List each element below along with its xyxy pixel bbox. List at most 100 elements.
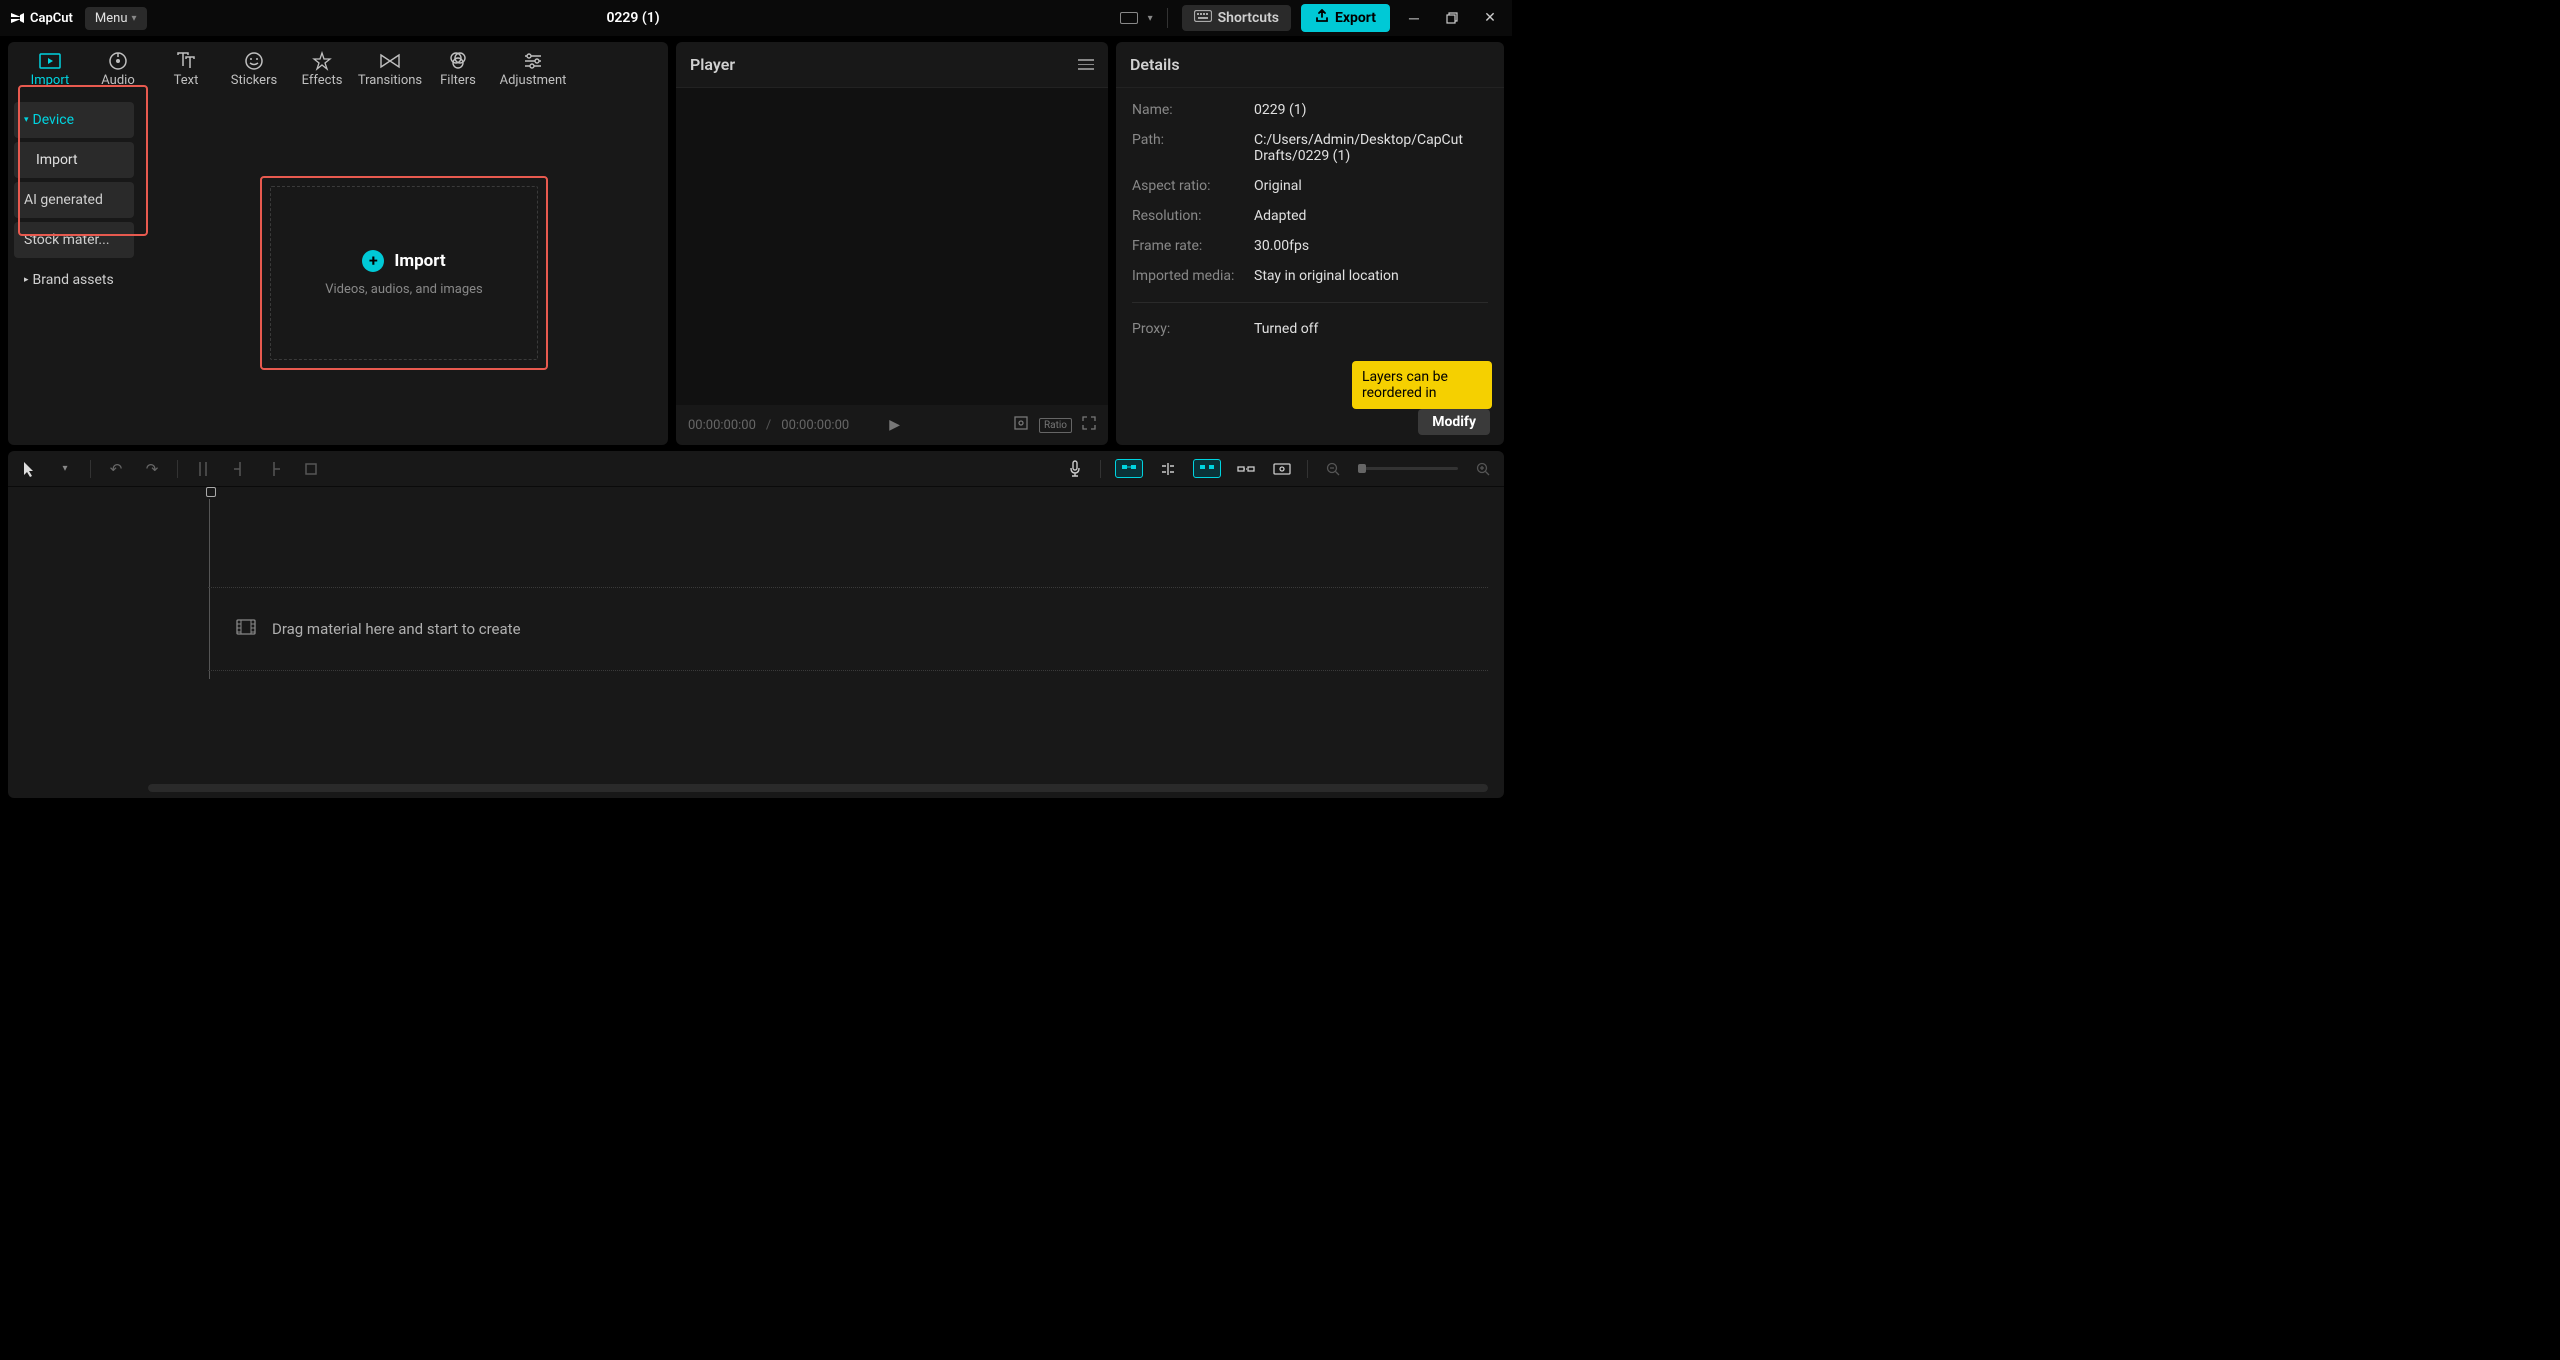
zoom-handle[interactable] <box>1358 464 1366 473</box>
snap-tool-1[interactable] <box>1115 459 1143 478</box>
chevron-down-icon: ▾ <box>132 13 137 24</box>
sidebar-item-ai[interactable]: AI generated <box>14 182 134 218</box>
shortcuts-button[interactable]: Shortcuts <box>1182 5 1291 31</box>
effects-icon <box>311 51 333 71</box>
drop-border <box>270 186 538 360</box>
export-button[interactable]: Export <box>1301 4 1390 32</box>
play-button[interactable]: ▶ <box>889 417 900 433</box>
titlebar: CapCut Menu ▾ 0229 (1) ▾ Shortcuts Expor… <box>0 0 1512 36</box>
selection-tool[interactable] <box>18 458 40 480</box>
tab-audio[interactable]: Audio <box>84 45 152 93</box>
player-panel: Player 00:00:00:00 / 00:00:00:00 ▶ Ratio <box>676 42 1108 445</box>
media-tabs: Import Audio Text Stickers Effects Trans… <box>8 42 668 96</box>
main-panels: Import Audio Text Stickers Effects Trans… <box>0 36 1512 451</box>
align-tool[interactable] <box>1157 458 1179 480</box>
player-menu-icon[interactable] <box>1078 59 1094 70</box>
undo-button[interactable]: ↶ <box>105 458 127 480</box>
tab-stickers[interactable]: Stickers <box>220 45 288 93</box>
playhead-marker[interactable] <box>204 487 216 501</box>
project-title: 0229 (1) <box>147 10 1120 26</box>
delete-tool[interactable] <box>300 458 322 480</box>
import-subtitle: Videos, audios, and images <box>325 282 483 297</box>
film-icon <box>236 619 256 640</box>
import-row: + Import <box>362 250 445 272</box>
player-title: Player <box>690 55 735 74</box>
plus-icon: + <box>362 250 384 272</box>
media-panel: Import Audio Text Stickers Effects Trans… <box>8 42 668 445</box>
track-hint: Drag material here and start to create <box>272 620 521 638</box>
time-separator: / <box>766 418 771 433</box>
zoom-reset-icon[interactable] <box>1013 415 1029 435</box>
detail-framerate: Frame rate: 30.00fps <box>1132 238 1488 254</box>
aspect-ratio-icon[interactable] <box>1120 12 1138 24</box>
divider <box>90 460 91 478</box>
ratio-button[interactable]: Ratio <box>1039 418 1072 433</box>
timeline[interactable]: Drag material here and start to create <box>8 487 1504 798</box>
timeline-right-tools <box>1064 458 1494 480</box>
details-header: Details <box>1116 42 1504 88</box>
sidebar-item-brand[interactable]: ▸ Brand assets <box>14 262 134 298</box>
timeline-toolbar: ▾ ↶ ↷ <box>8 451 1504 487</box>
mic-icon[interactable] <box>1064 458 1086 480</box>
player-header: Player <box>676 42 1108 88</box>
triangle-down-icon: ▾ <box>24 115 29 125</box>
sidebar-item-stock[interactable]: Stock mater... <box>14 222 134 258</box>
layers-tooltip: Layers can be reordered in <box>1352 361 1492 409</box>
media-content: + Import Videos, audios, and images <box>140 96 668 445</box>
modify-button[interactable]: Modify <box>1418 409 1490 435</box>
tab-import[interactable]: Import <box>16 45 84 93</box>
divider <box>1167 8 1168 28</box>
link-tool[interactable] <box>1235 458 1257 480</box>
redo-button[interactable]: ↷ <box>141 458 163 480</box>
split-right-tool[interactable] <box>264 458 286 480</box>
detail-imported: Imported media: Stay in original locatio… <box>1132 268 1488 284</box>
stickers-icon <box>243 51 265 71</box>
chevron-down-icon: ▾ <box>1148 13 1153 24</box>
transitions-icon <box>379 51 401 71</box>
player-viewport[interactable] <box>676 88 1108 405</box>
zoom-in-icon[interactable] <box>1472 458 1494 480</box>
tab-text[interactable]: Text <box>152 45 220 93</box>
zoom-slider[interactable] <box>1358 467 1458 470</box>
menu-button[interactable]: Menu ▾ <box>85 7 147 30</box>
filters-icon <box>447 51 469 71</box>
split-left-tool[interactable] <box>228 458 250 480</box>
zoom-out-icon[interactable] <box>1322 458 1344 480</box>
divider <box>1132 302 1488 303</box>
tab-transitions[interactable]: Transitions <box>356 45 424 93</box>
import-title: Import <box>394 251 445 271</box>
close-button[interactable]: ✕ <box>1476 4 1504 32</box>
tab-effects[interactable]: Effects <box>288 45 356 93</box>
minimize-button[interactable]: ─ <box>1400 4 1428 32</box>
audio-icon <box>107 51 129 71</box>
detail-aspect: Aspect ratio: Original <box>1132 178 1488 194</box>
import-drop-zone[interactable]: + Import Videos, audios, and images <box>260 176 548 370</box>
time-total: 00:00:00:00 <box>781 418 849 433</box>
import-icon <box>39 51 61 71</box>
text-icon <box>175 51 197 71</box>
main-track[interactable]: Drag material here and start to create <box>208 587 1488 671</box>
tab-adjustment[interactable]: Adjustment <box>492 45 574 93</box>
snap-tool-2[interactable] <box>1193 459 1221 478</box>
app-name: CapCut <box>30 11 73 26</box>
time-current: 00:00:00:00 <box>688 418 756 433</box>
preview-tool[interactable] <box>1271 458 1293 480</box>
keyboard-icon <box>1194 10 1212 26</box>
maximize-button[interactable] <box>1438 4 1466 32</box>
adjustment-icon <box>522 51 544 71</box>
split-tool[interactable] <box>192 458 214 480</box>
track-area[interactable]: Drag material here and start to create <box>208 587 1488 671</box>
horizontal-scrollbar[interactable] <box>148 784 1488 792</box>
scrollbar-thumb[interactable] <box>148 784 1488 792</box>
media-sidebar: ▾ Device Import AI generated Stock mater… <box>8 96 140 445</box>
tab-filters[interactable]: Filters <box>424 45 492 93</box>
triangle-right-icon: ▸ <box>24 275 29 285</box>
fullscreen-icon[interactable] <box>1082 416 1096 434</box>
export-icon <box>1315 9 1329 27</box>
divider <box>1100 460 1101 478</box>
detail-resolution: Resolution: Adapted <box>1132 208 1488 224</box>
sidebar-item-device[interactable]: ▾ Device <box>14 102 134 138</box>
player-controls: 00:00:00:00 / 00:00:00:00 ▶ Ratio <box>676 405 1108 445</box>
sidebar-item-import[interactable]: Import <box>14 142 134 178</box>
chevron-down-icon[interactable]: ▾ <box>54 458 76 480</box>
